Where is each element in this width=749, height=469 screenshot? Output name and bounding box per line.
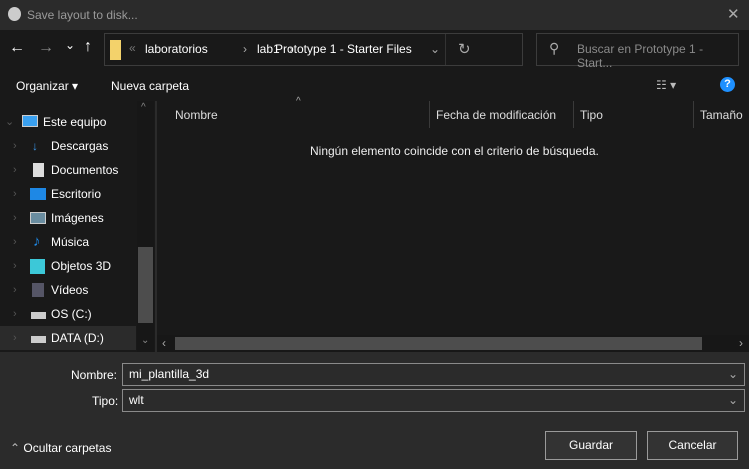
save-button[interactable]: Guardar	[545, 431, 637, 460]
new-folder-button[interactable]: Nueva carpeta	[111, 79, 189, 93]
drive-icon	[31, 312, 46, 319]
chevron-down-icon: ⌄	[727, 393, 738, 407]
navigation-pane: ⌄ Este equipo › ↓ Descargas › Documentos › E…	[0, 101, 155, 352]
app-icon	[8, 7, 21, 21]
vertical-scrollbar[interactable]: ^ ⌄	[137, 101, 154, 352]
toolbar: Organizar ▾ Nueva carpeta ☷ ▾ ?	[0, 70, 749, 101]
view-options-button[interactable]: ☷ ▾	[656, 78, 676, 92]
scrollbar-thumb[interactable]	[175, 337, 702, 350]
music-icon: ♪	[33, 233, 41, 250]
sidebar-item[interactable]: › OS (C:)	[0, 302, 136, 326]
search-input[interactable]: ⚲ Buscar en Prototype 1 - Start...	[536, 33, 739, 70]
chevron-down-icon: ⌄	[727, 367, 738, 381]
refresh-icon[interactable]: ↻	[458, 40, 471, 58]
file-type-select[interactable]: wlt ⌄	[122, 389, 745, 412]
sidebar-item[interactable]: › ♪ Música	[0, 230, 136, 254]
chevron-up-icon: ⌃	[10, 441, 21, 455]
scrollbar-thumb[interactable]	[138, 247, 153, 323]
hide-folders-button[interactable]: ⌃ Ocultar carpetas	[10, 441, 111, 455]
sidebar-item[interactable]: › ↓ Descargas	[0, 134, 136, 158]
help-button[interactable]: ?	[720, 77, 735, 92]
sidebar-item[interactable]: › Objetos 3D	[0, 254, 136, 278]
column-header-size[interactable]: Tamaño	[700, 101, 743, 129]
document-icon	[33, 163, 44, 177]
address-bar[interactable]: « laboratorios › lab1 › Prototype 1 - St…	[104, 33, 523, 66]
forward-button[interactable]: →	[38, 39, 54, 57]
filename-input[interactable]: mi_plantilla_3d ⌄	[122, 363, 745, 386]
name-label: Nombre:	[71, 368, 118, 382]
search-icon: ⚲	[549, 40, 560, 56]
desktop-icon	[30, 188, 46, 200]
image-icon	[30, 212, 46, 224]
breadcrumb-item[interactable]: laboratorios	[145, 42, 208, 56]
sidebar-item[interactable]: › Escritorio	[0, 182, 136, 206]
download-icon: ↓	[32, 139, 38, 153]
sidebar-item[interactable]: › Vídeos	[0, 278, 136, 302]
organize-button[interactable]: Organizar ▾	[16, 79, 78, 93]
chevron-down-icon[interactable]: ⌄	[430, 42, 440, 56]
sidebar-item[interactable]: › Imágenes	[0, 206, 136, 230]
computer-icon	[22, 115, 38, 127]
drive-icon	[31, 336, 46, 343]
recent-locations-button[interactable]: ⌄	[65, 38, 75, 52]
back-button[interactable]: ←	[9, 39, 25, 57]
empty-message: Ningún elemento coincide con el criterio…	[310, 144, 599, 158]
up-button[interactable]: ↑	[84, 38, 92, 56]
breadcrumb-item[interactable]: Prototype 1 - Starter Files	[275, 42, 412, 56]
video-icon	[32, 283, 44, 297]
close-icon[interactable]: ✕	[727, 5, 740, 23]
sidebar-item-este-equipo[interactable]: ⌄ Este equipo	[0, 110, 136, 134]
title-bar: Save layout to disk... ✕	[0, 0, 749, 30]
cancel-button[interactable]: Cancelar	[647, 431, 738, 460]
column-header-name[interactable]: Nombre	[175, 101, 218, 129]
type-label: Tipo:	[92, 394, 119, 408]
breadcrumb-overflow[interactable]: «	[129, 41, 136, 55]
sidebar-item[interactable]: › DATA (D:)	[0, 326, 136, 350]
folder-icon	[110, 40, 121, 60]
column-header-type[interactable]: Tipo	[580, 101, 603, 129]
search-placeholder: Buscar en Prototype 1 - Start...	[577, 42, 704, 70]
sidebar-item[interactable]: › Documentos	[0, 158, 136, 182]
column-header-date[interactable]: Fecha de modificación	[436, 101, 556, 129]
horizontal-scrollbar[interactable]: ‹ ›	[157, 335, 749, 352]
cube-icon	[30, 259, 45, 274]
window-title: Save layout to disk...	[27, 8, 138, 22]
sort-indicator-icon: ^	[296, 96, 301, 107]
